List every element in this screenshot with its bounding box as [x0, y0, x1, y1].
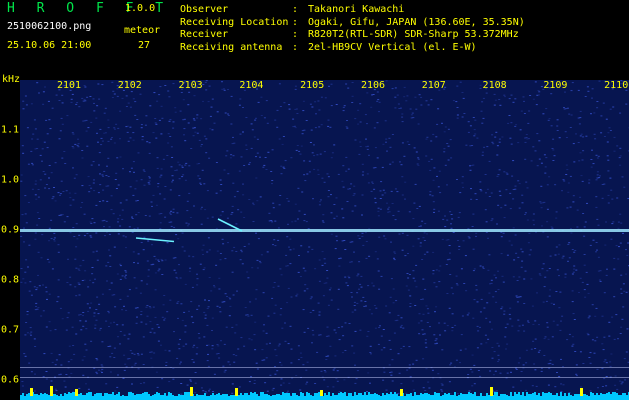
spectrogram-plot: [20, 80, 629, 400]
observer-value: Takanori Kawachi: [308, 4, 405, 15]
antenna-label: Receiving antenna: [180, 41, 283, 53]
meteor-count: 27: [138, 40, 151, 51]
y-tick-label: 1.0: [1, 174, 20, 186]
app-version: 1.0.0: [125, 3, 156, 14]
separator: :: [292, 29, 299, 40]
location-label: Receiving Location: [180, 16, 289, 28]
separator: :: [292, 41, 299, 53]
separator: :: [292, 16, 299, 28]
meteor-echo: [135, 237, 175, 243]
antenna-value: 2el-HB9CV Vertical (el. E-W): [308, 41, 477, 53]
meteor-label: meteor: [124, 25, 161, 36]
signal-level-bars: [20, 386, 629, 400]
date-time: 25.10.06 21:00: [7, 40, 92, 51]
y-tick-label: 1.1: [1, 124, 20, 136]
observer-row: Observer : Takanori Kawachi: [180, 4, 525, 17]
observer-label: Observer: [180, 4, 229, 15]
separator: :: [292, 4, 299, 15]
header: H R O F F T 1.0.0 2510062100.png meteor …: [0, 0, 629, 75]
y-tick-label: 0.7: [1, 324, 20, 336]
receiver-row: Receiver : R820T2(RTL-SDR) SDR-Sharp 53.…: [180, 29, 525, 42]
y-tick-label: 0.6: [1, 374, 20, 386]
y-tick-label: 0.9: [1, 224, 20, 236]
station-info: Observer : Takanori Kawachi Receiving Lo…: [180, 4, 525, 54]
spectrogram-svg: [20, 80, 629, 400]
y-axis-unit: kHz: [2, 74, 21, 85]
location-row: Receiving Location : Ogaki, Gifu, JAPAN …: [180, 17, 525, 30]
receiver-label: Receiver: [180, 29, 229, 40]
antenna-row: Receiving antenna : 2el-HB9CV Vertical (…: [180, 42, 525, 55]
file-name: 2510062100.png: [7, 21, 92, 32]
receiver-value: R820T2(RTL-SDR) SDR-Sharp 53.372MHz: [308, 29, 519, 40]
noise-field: [20, 80, 629, 400]
y-tick-label: 0.8: [1, 274, 20, 286]
location-value: Ogaki, Gifu, JAPAN (136.60E, 35.35N): [308, 16, 525, 28]
carrier-line: [20, 229, 629, 232]
